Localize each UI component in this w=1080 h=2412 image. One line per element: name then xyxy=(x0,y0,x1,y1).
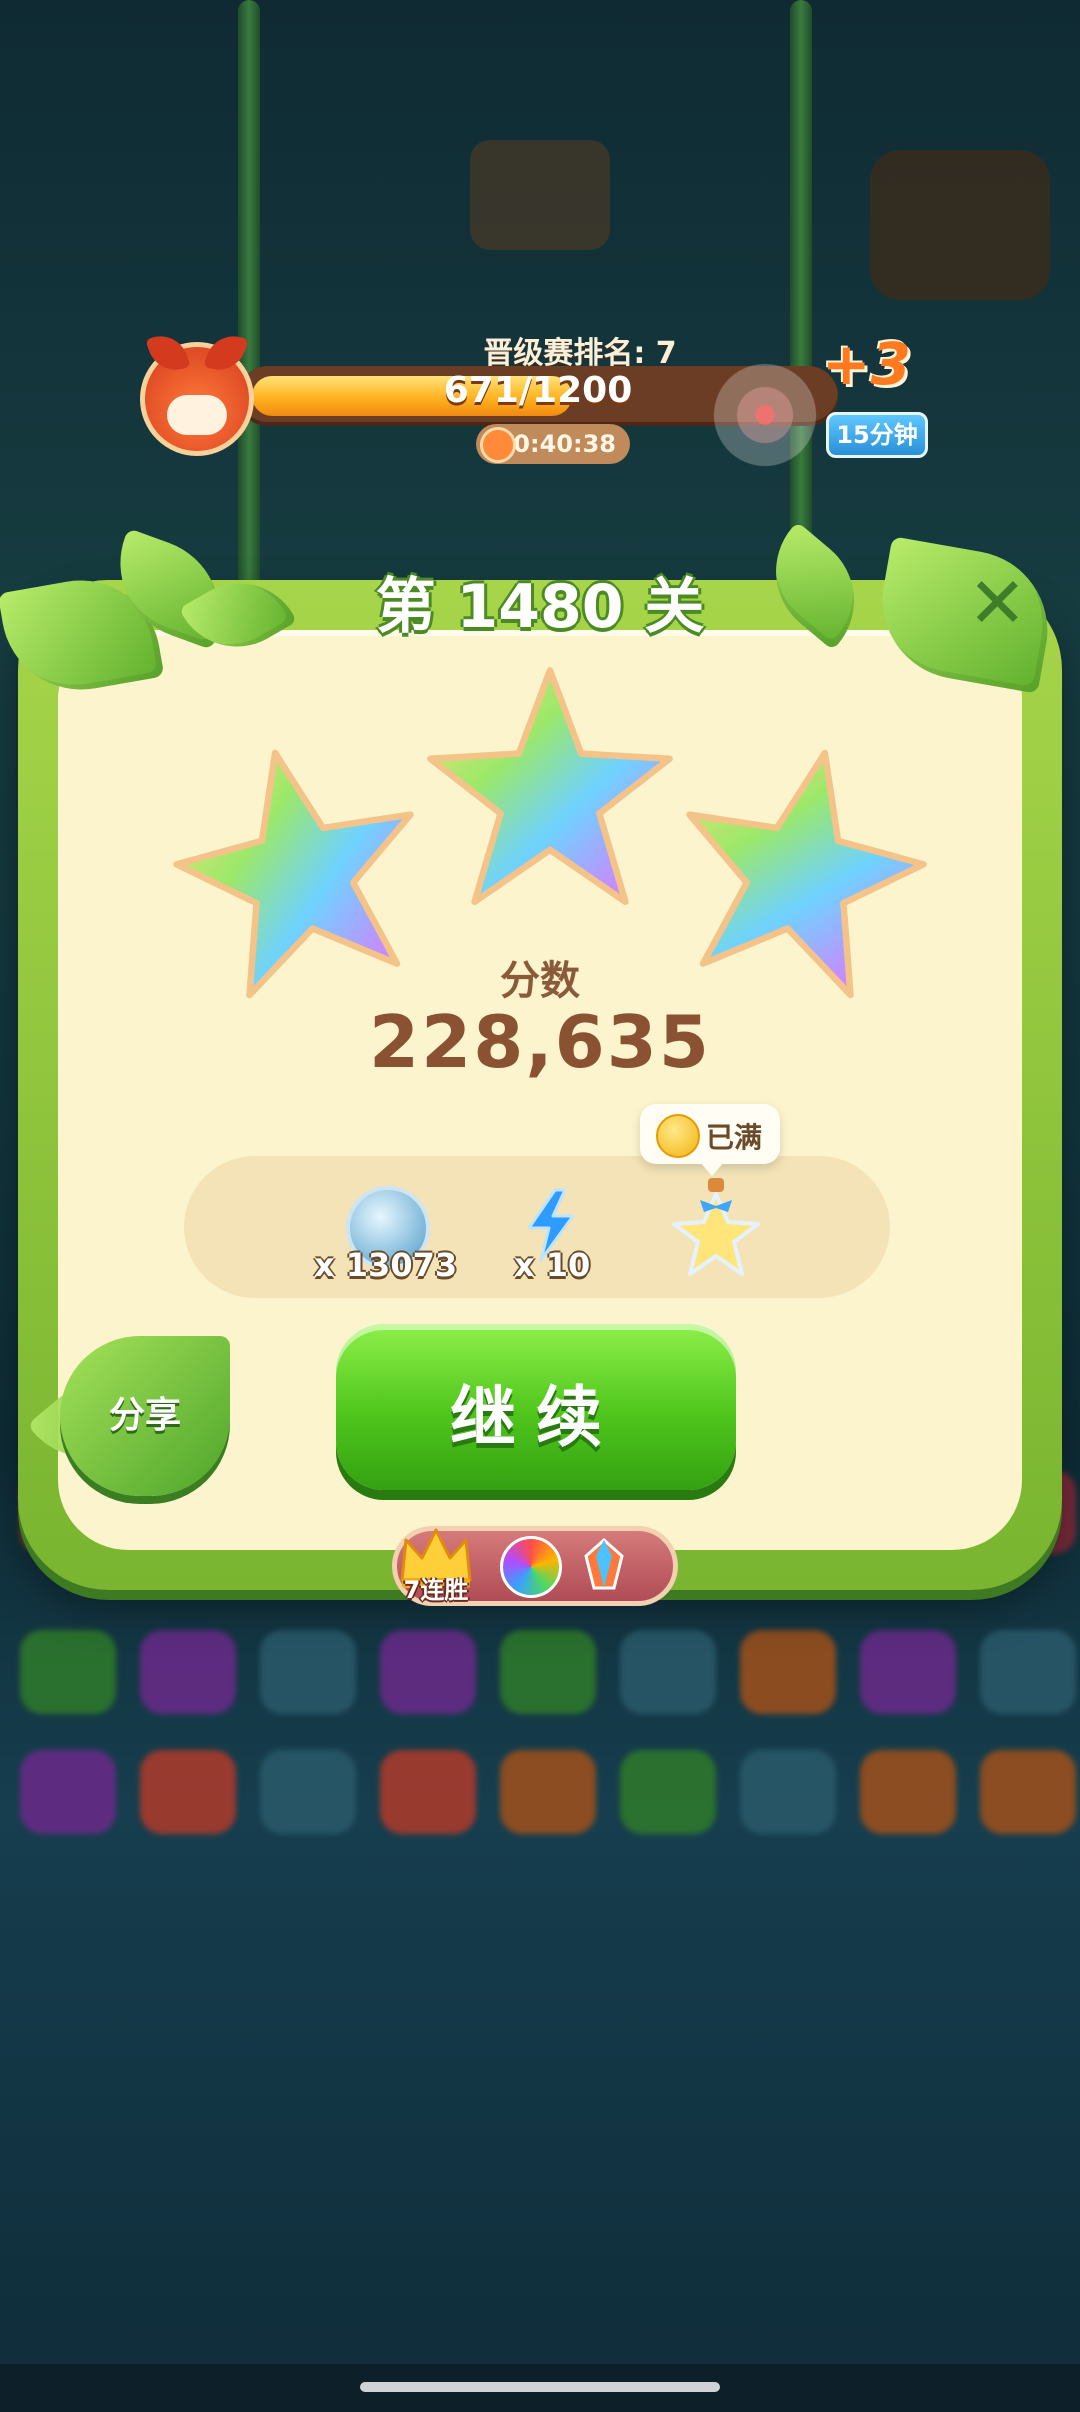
star-bottle-icon xyxy=(672,1178,760,1276)
rank-timer: 80:40:38 xyxy=(476,424,630,464)
full-label: 已满 xyxy=(706,1121,763,1154)
gold-coin-icon xyxy=(656,1114,700,1158)
star-icon xyxy=(686,749,927,999)
continue-label: 继续 xyxy=(450,1379,622,1456)
bonus-points: +3 xyxy=(822,330,911,398)
background-chest xyxy=(870,150,1050,300)
score-label: 分数 xyxy=(500,958,580,1004)
crystal-booster-icon xyxy=(584,1537,624,1590)
level-title: 第 1480 关 xyxy=(375,572,705,642)
close-button[interactable]: ✕ xyxy=(944,562,1044,656)
background-vine-left xyxy=(238,0,260,590)
share-button[interactable]: 分享 xyxy=(60,1336,230,1496)
rainbow-booster-icon xyxy=(500,1536,562,1598)
background-vine-right xyxy=(790,0,812,560)
share-label: 分享 xyxy=(108,1395,181,1436)
coin-count: x 13073 xyxy=(314,1246,458,1284)
star-icon xyxy=(173,749,414,999)
home-indicator[interactable] xyxy=(360,2382,720,2392)
full-tooltip: 已满 xyxy=(640,1104,780,1176)
score-value: 228,635 xyxy=(369,1000,711,1084)
win-streak-label: 7连胜 xyxy=(403,1576,469,1604)
close-icon: ✕ xyxy=(968,562,1027,644)
continue-button[interactable]: 继续 xyxy=(336,1324,736,1490)
bonus-duration: 15分钟 xyxy=(826,412,928,458)
clock-icon xyxy=(480,427,516,463)
fox-avatar-icon xyxy=(140,328,254,456)
star-icon xyxy=(427,667,673,906)
firework-effect xyxy=(700,350,830,480)
lightning-count: x 10 xyxy=(514,1246,591,1284)
background-sign xyxy=(470,140,610,250)
